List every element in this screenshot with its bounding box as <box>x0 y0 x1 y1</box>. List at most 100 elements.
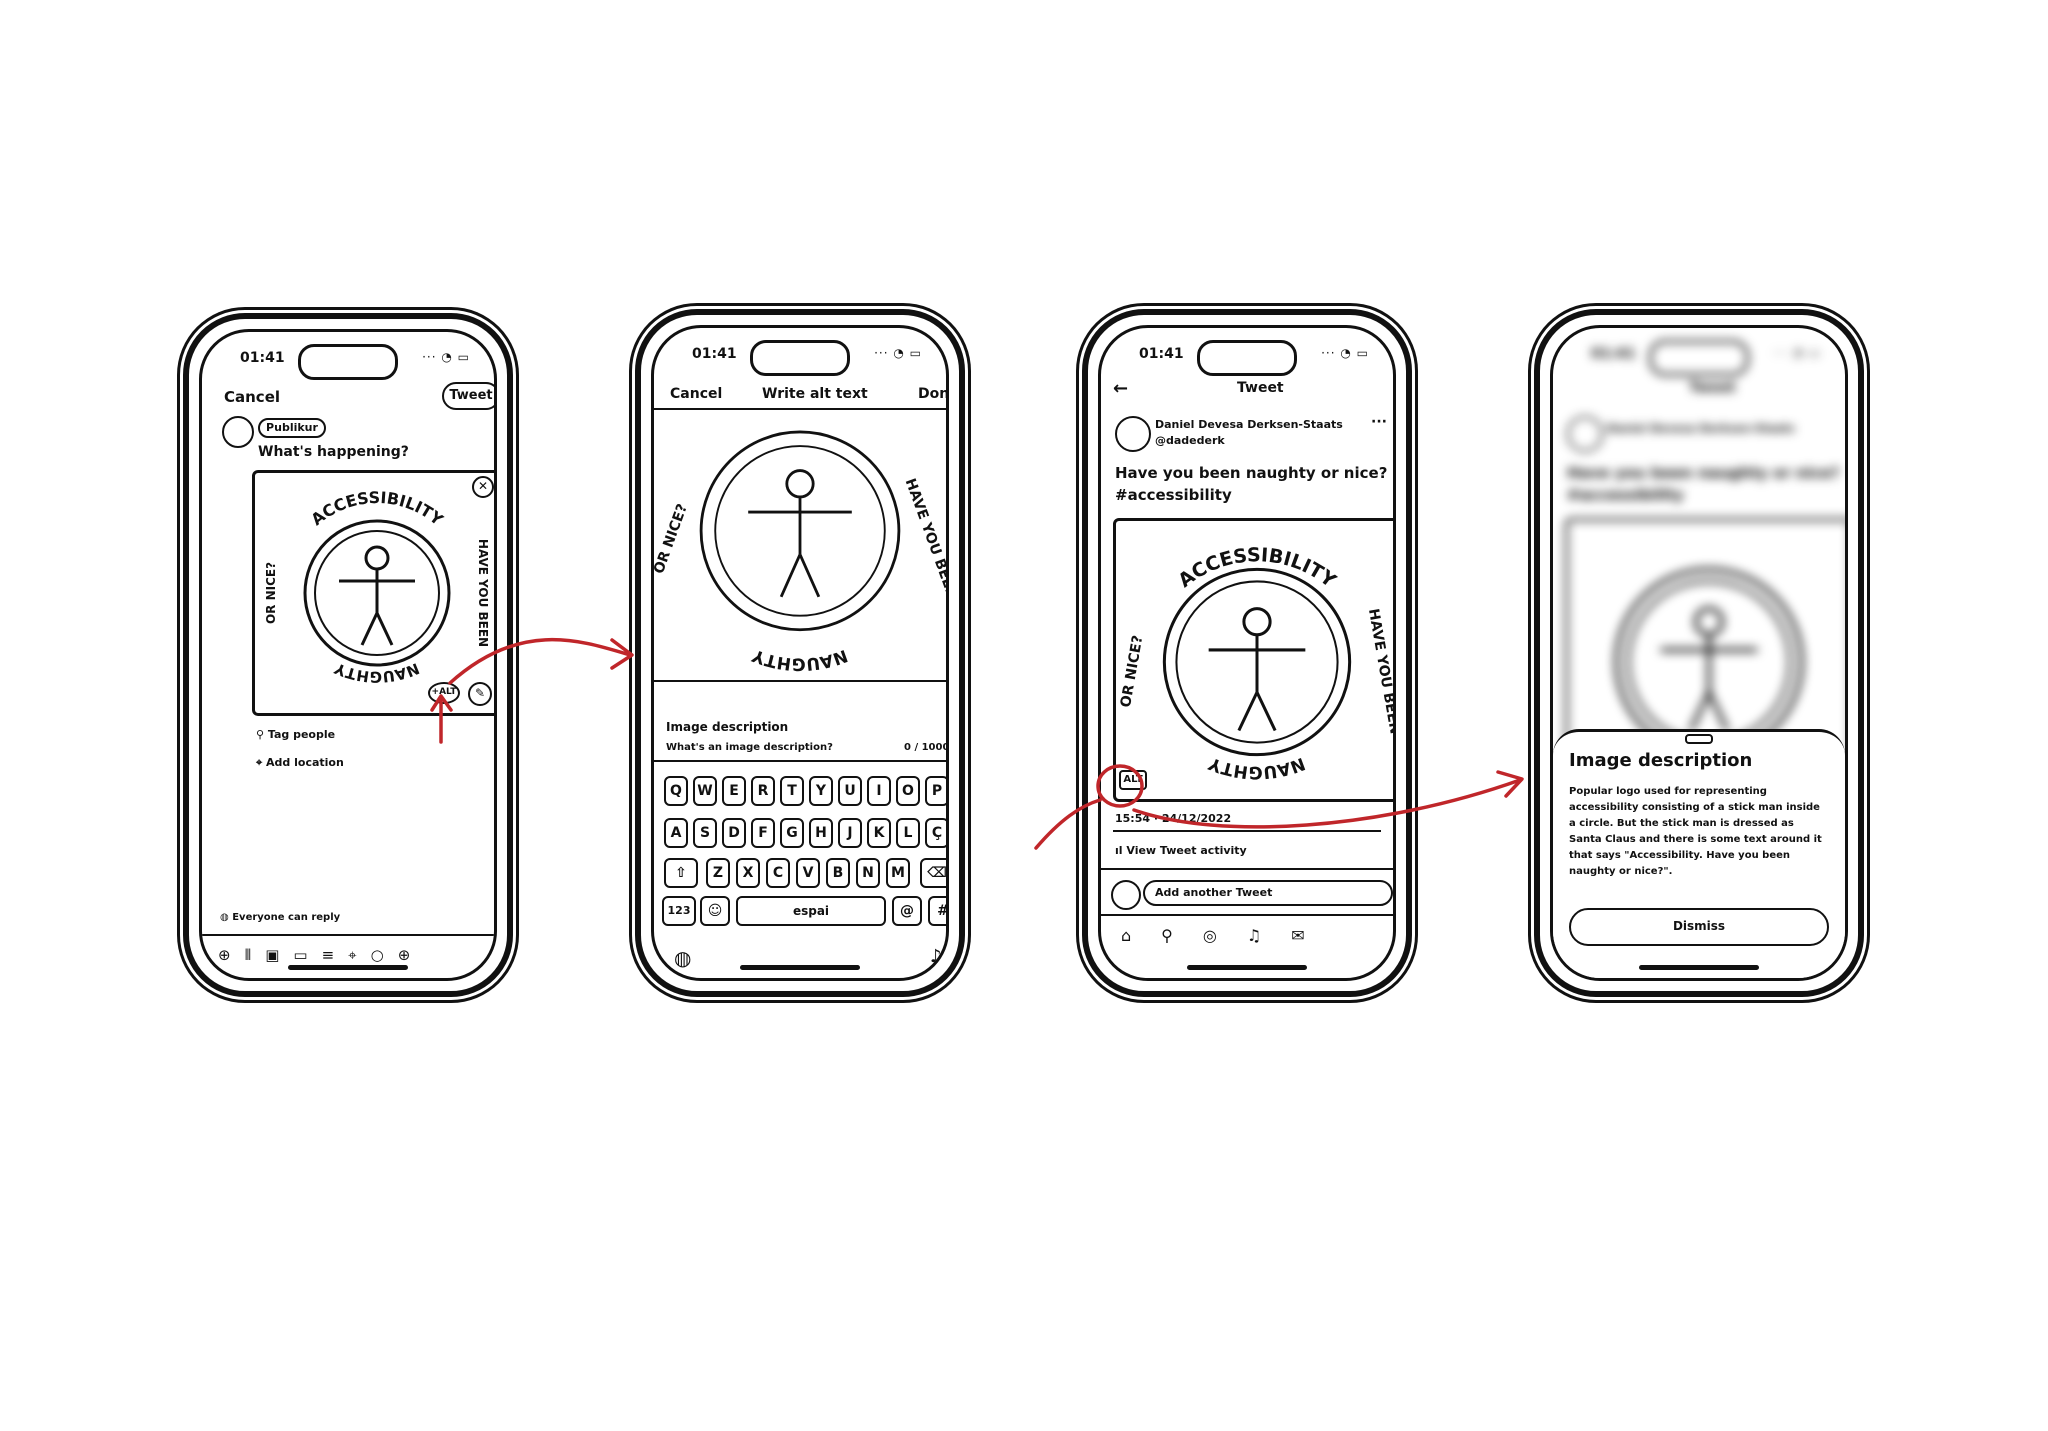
key-r[interactable]: R <box>751 776 775 806</box>
key-o[interactable]: O <box>896 776 920 806</box>
activity-divider <box>1101 868 1393 870</box>
globe-key-icon[interactable]: ◍ <box>674 946 691 970</box>
key-n[interactable]: N <box>856 858 880 888</box>
dismiss-button[interactable]: Dismiss <box>1569 908 1829 946</box>
cancel-button[interactable]: Cancel <box>670 386 722 402</box>
back-arrow-icon[interactable]: ← <box>1113 378 1128 399</box>
key-w[interactable]: W <box>693 776 717 806</box>
tweet-button[interactable]: Tweet <box>442 382 494 410</box>
key-a[interactable]: A <box>664 818 688 848</box>
key-q[interactable]: Q <box>664 776 688 806</box>
key-u[interactable]: U <box>838 776 862 806</box>
keyboard-divider <box>654 760 946 762</box>
key-y[interactable]: Y <box>809 776 833 806</box>
tag-people-link[interactable]: ⚲ Tag people <box>256 728 335 741</box>
phone-tweet-detail: 01:41 ··· ◔ ▭ ← Tweet Daniel Devesa Derk… <box>1082 309 1412 997</box>
reply-setting[interactable]: ◍ Everyone can reply <box>220 912 340 923</box>
messages-envelope-icon[interactable]: ✉ <box>1291 926 1334 945</box>
key-j[interactable]: J <box>838 818 862 848</box>
microphone-icon[interactable]: ♪ <box>930 946 942 967</box>
edit-image-button[interactable]: ✎ <box>468 682 492 706</box>
person-icon: ⚲ <box>256 728 268 741</box>
hashtag-link[interactable]: #accessibility <box>1115 486 1232 504</box>
view-activity-label: View Tweet activity <box>1126 844 1247 857</box>
key-v[interactable]: V <box>796 858 820 888</box>
key-h[interactable]: H <box>809 818 833 848</box>
badge-left-text: OR NICE? <box>1118 634 1146 709</box>
home-indicator <box>740 965 860 970</box>
search-icon[interactable]: ⚲ <box>1161 926 1203 945</box>
attached-image: ACCESSIBILITY NAUGHTY HAVE YOU BEEN OR N… <box>252 470 494 716</box>
home-icon[interactable]: ⌂ <box>1121 926 1161 945</box>
key-m[interactable]: M <box>886 858 910 888</box>
key-z[interactable]: Z <box>706 858 730 888</box>
key-l[interactable]: L <box>896 818 920 848</box>
poll-icon[interactable]: ≡ <box>322 946 349 964</box>
more-options-icon[interactable]: ··· <box>1371 414 1387 430</box>
space-key[interactable]: espai <box>736 896 886 926</box>
author-name[interactable]: Daniel Devesa Derksen-Staats <box>1155 418 1343 431</box>
key-k[interactable]: K <box>867 818 891 848</box>
key-e[interactable]: E <box>722 776 746 806</box>
at-key[interactable]: @ <box>892 896 922 926</box>
status-time: 01:41 <box>692 346 737 362</box>
tweet-image[interactable]: ACCESSIBILITY NAUGHTY HAVE YOU BEEN OR N… <box>1113 518 1393 802</box>
key-f[interactable]: F <box>751 818 775 848</box>
status-time: 01:41 <box>1139 346 1184 362</box>
accessibility-santa-badge: ACCESSIBILITY NAUGHTY HAVE YOU BEEN OR N… <box>1118 543 1393 782</box>
globe-icon: ◍ <box>220 912 233 923</box>
remove-image-button[interactable]: ✕ <box>472 476 494 498</box>
key-i[interactable]: I <box>867 776 891 806</box>
key-ç[interactable]: Ç <box>925 818 946 848</box>
add-location-link[interactable]: ⌖ Add location <box>256 756 344 770</box>
author-handle[interactable]: @dadederk <box>1155 434 1225 447</box>
description-label: Image description <box>666 720 789 734</box>
status-icons: ··· ◔ ▭ <box>1321 346 1369 360</box>
key-x[interactable]: X <box>736 858 760 888</box>
numbers-key[interactable]: 123 <box>662 896 696 926</box>
add-alt-button[interactable]: +ALT <box>428 682 460 704</box>
description-input[interactable]: What's an image description? <box>666 742 833 753</box>
key-p[interactable]: P <box>925 776 946 806</box>
key-c[interactable]: C <box>766 858 790 888</box>
spaces-icon[interactable]: ◎ <box>1203 926 1247 945</box>
avatar[interactable] <box>1115 416 1151 452</box>
compose-prompt[interactable]: What's happening? <box>258 444 409 460</box>
gif-icon[interactable]: ▭ <box>293 946 321 964</box>
add-thread-icon[interactable]: ⊕ <box>218 946 245 964</box>
notifications-bell-icon[interactable]: ♫ <box>1247 926 1291 945</box>
audience-selector[interactable]: Publikur <box>258 418 326 438</box>
toolbar-divider <box>202 934 494 936</box>
shift-key[interactable]: ⇧ <box>664 858 698 888</box>
reply-input[interactable]: Add another Tweet <box>1143 880 1393 906</box>
key-b[interactable]: B <box>826 858 850 888</box>
home-indicator <box>1639 965 1759 970</box>
key-d[interactable]: D <box>722 818 746 848</box>
timestamp-divider <box>1113 830 1381 832</box>
tabbar-divider <box>1101 914 1393 916</box>
add-location-label: Add location <box>266 756 344 769</box>
key-t[interactable]: T <box>780 776 804 806</box>
add-tweet-icon[interactable]: ⊕ <box>398 946 425 964</box>
badge-right-text: HAVE YOU BEEN <box>476 539 490 647</box>
home-indicator <box>288 965 408 970</box>
hash-key[interactable]: # <box>928 896 946 926</box>
view-activity-link[interactable]: ıl View Tweet activity <box>1115 844 1247 857</box>
alt-badge-button[interactable]: ALT <box>1119 770 1147 790</box>
badge-bottom-text: NAUGHTY <box>749 646 851 675</box>
image-icon[interactable]: ▣ <box>265 946 293 964</box>
key-s[interactable]: S <box>693 818 717 848</box>
sheet-grabber[interactable] <box>1685 734 1713 744</box>
cancel-button[interactable]: Cancel <box>224 388 280 406</box>
phone-compose: 01:41 ··· ◔ ▭ Cancel Tweet Publikur What… <box>183 313 513 997</box>
done-button[interactable]: Done <box>918 386 946 402</box>
delete-key[interactable]: ⌫ <box>920 858 946 888</box>
key-g[interactable]: G <box>780 818 804 848</box>
location-icon[interactable]: ⌖ <box>348 946 370 964</box>
status-icons: ··· ◔ ▭ <box>874 346 922 360</box>
svg-text:ACCESSIBILITY: ACCESSIBILITY <box>307 488 447 530</box>
svg-text:NAUGHTY: NAUGHTY <box>1206 753 1308 782</box>
audio-icon[interactable]: ⦀ <box>245 946 266 964</box>
character-counter: 0 / 1000 <box>904 742 949 753</box>
emoji-key[interactable]: ☺ <box>700 896 730 926</box>
